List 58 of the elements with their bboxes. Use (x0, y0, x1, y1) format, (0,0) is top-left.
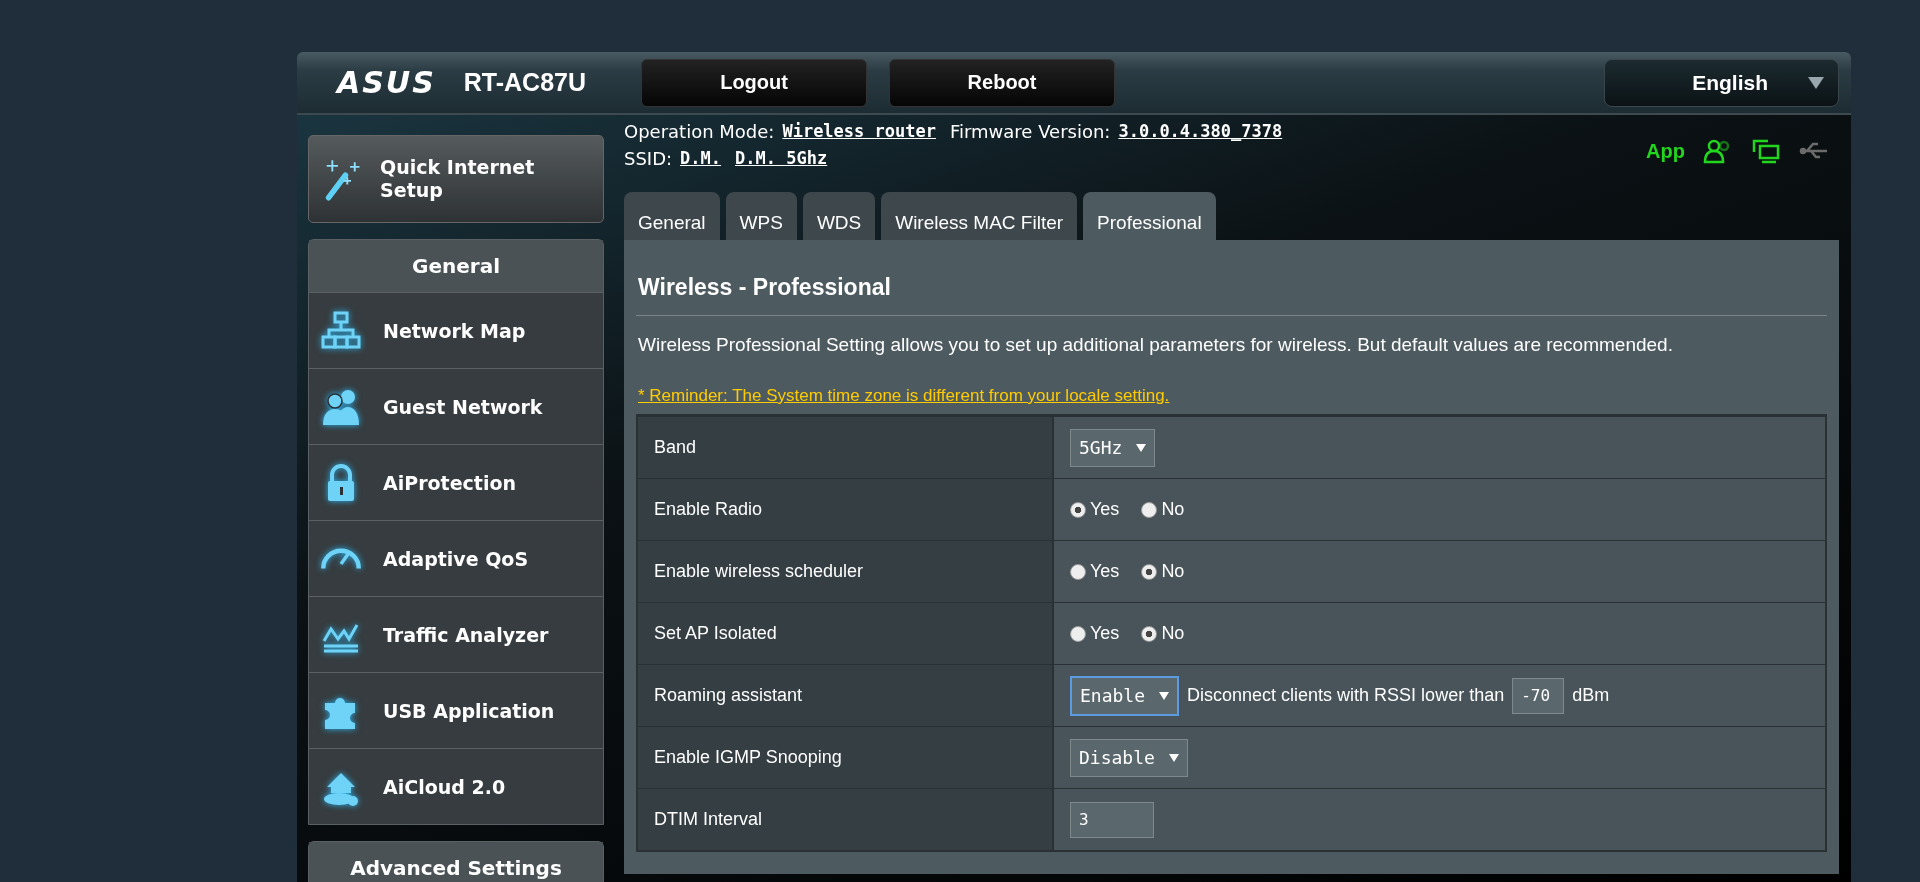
setting-label: DTIM Interval (638, 789, 1054, 850)
sidebar-item[interactable]: AiProtection (309, 444, 603, 520)
caret-icon (1808, 76, 1824, 89)
sidebar-item[interactable]: Guest Network (309, 368, 603, 444)
page-title: Wireless - Professional (637, 274, 892, 301)
model-name: RT-AC87U (463, 68, 587, 97)
setting-text: Disconnect clients with RSSI lower than (1187, 685, 1505, 706)
caret-icon (1168, 753, 1179, 762)
caret-icon (1136, 443, 1147, 452)
radio-option[interactable]: No (1141, 561, 1185, 582)
section-title: General (309, 240, 603, 292)
sidebar-item[interactable]: USB Application (309, 672, 603, 748)
header-button[interactable]: Reboot (889, 58, 1116, 107)
setting-label: Roaming assistant (638, 665, 1054, 726)
tab[interactable]: WPS (725, 192, 797, 240)
input-field[interactable]: 3 (1070, 801, 1154, 838)
sidebar-item[interactable]: Traffic Analyzer (309, 596, 603, 672)
network-icon (321, 310, 361, 351)
dropdown[interactable]: 5GHz (1070, 428, 1156, 467)
dropdown[interactable]: Enable (1070, 675, 1180, 716)
dropdown[interactable]: Disable (1070, 738, 1188, 777)
operation-mode-link[interactable]: Wireless router (782, 121, 936, 142)
radio-option[interactable]: Yes (1070, 499, 1120, 520)
info-label: SSID: (624, 148, 673, 169)
tab[interactable]: Wireless MAC Filter (881, 192, 1078, 240)
sidebar-item[interactable]: Adaptive QoS (309, 520, 603, 596)
quick-setup-button[interactable]: Quick Internet Setup (308, 135, 604, 223)
section-title: Advanced Settings (309, 842, 603, 882)
info-label: Operation Mode: (624, 121, 775, 142)
setting-label: Band (638, 417, 1054, 478)
ssid-link[interactable]: D.M. 5Ghz (735, 148, 828, 169)
header-button[interactable]: Logout (641, 58, 868, 107)
caret-icon (1159, 691, 1170, 700)
unit-label: dBm (1572, 685, 1610, 706)
description-text: Wireless Professional Setting allows you to set up additional parameters for wireless. But default values are recommended. (637, 334, 1674, 356)
setting-label: Enable IGMP Snooping (638, 727, 1054, 788)
monitor-icon[interactable] (1751, 138, 1781, 164)
reminder-link[interactable]: * Reminder: The System time zone is different from your locale setting. (638, 386, 1827, 406)
tab[interactable]: Professional (1083, 192, 1216, 240)
ssid-link[interactable]: D.M. (680, 148, 722, 169)
setting-label: Enable wireless scheduler (638, 541, 1054, 602)
tab[interactable]: WDS (802, 192, 876, 240)
language-dropdown[interactable]: English (1604, 58, 1839, 107)
setting-label: Set AP Isolated (638, 603, 1054, 664)
sidebar-item[interactable]: AiCloud 2.0 (309, 748, 603, 824)
gauge-icon (321, 546, 361, 571)
setting-label: Enable Radio (638, 479, 1054, 540)
radio-option[interactable]: Yes (1070, 623, 1120, 644)
info-label: Firmware Version: (949, 121, 1111, 142)
tab[interactable]: General (624, 192, 720, 240)
firmware-link[interactable]: 3.0.0.4.380_7378 (1118, 121, 1283, 142)
logo: ASUS (337, 65, 436, 100)
sidebar-item[interactable]: Network Map (309, 292, 603, 368)
radio-option[interactable]: Yes (1070, 561, 1120, 582)
input-field[interactable]: -70 (1512, 677, 1565, 714)
radio-option[interactable]: No (1141, 623, 1185, 644)
radio-option[interactable]: No (1141, 499, 1185, 520)
app-link[interactable]: App (1646, 139, 1685, 163)
